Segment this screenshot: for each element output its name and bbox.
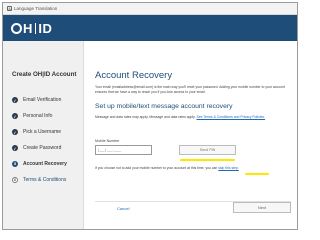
language-translation-label[interactable]: Language Translation [14, 6, 57, 11]
step-number-badge: 5 [12, 161, 18, 167]
ohid-logo: ID H ID [11, 21, 52, 36]
mobile-number-input[interactable] [95, 145, 152, 155]
intro-text: Your email (emailaddress@email.com) is t… [95, 85, 285, 94]
next-button[interactable]: Next [233, 202, 291, 213]
logo-ring-icon [11, 22, 22, 34]
highlight-mark [180, 159, 235, 161]
page-title: Account Recovery [95, 70, 173, 81]
logo-h: H [23, 20, 33, 36]
step-label: Terms & Conditions [23, 177, 67, 183]
section-title: Set up mobile/text message account recov… [95, 103, 233, 110]
highlight-mark [245, 173, 269, 175]
step-create-password: ✓ Create Password [12, 145, 61, 151]
check-icon: ✓ [12, 145, 18, 151]
step-account-recovery: 5 Account Recovery [12, 161, 67, 167]
rates-notice: Message and data rates may apply. Messag… [95, 115, 196, 119]
main-content: Account Recovery Your email (emailaddres… [85, 41, 297, 229]
step-personal-info: ✓ Personal Info [12, 113, 52, 119]
step-label: Personal Info [23, 113, 53, 119]
step-label: Create Password [23, 145, 62, 151]
step-label: Email Verification [23, 97, 62, 103]
check-icon: ✓ [12, 113, 18, 119]
check-icon: ✓ [12, 129, 18, 135]
step-pick-username: ✓ Pick a Username [12, 129, 61, 135]
terms-privacy-link[interactable]: See Terms & Conditions and Privacy Polic… [196, 115, 265, 119]
skip-step-text: If you choose not to add your mobile num… [95, 166, 239, 170]
section-text: Message and data rates may apply. Messag… [95, 115, 291, 120]
skip-step-link[interactable]: skip this step. [218, 166, 239, 170]
site-header: ID H ID [3, 15, 297, 41]
step-email-verification: ✓ Email Verification [12, 97, 61, 103]
skip-explanation: If you choose not to add your mobile num… [95, 166, 218, 170]
logo-text-right: ID [38, 20, 53, 36]
cancel-link[interactable]: Cancel [117, 206, 129, 211]
browser-frame: A Language Translation ID H ID Create OH… [2, 2, 298, 230]
step-number-badge: 6 [12, 177, 18, 183]
mobile-number-label: Mobile Number [95, 139, 120, 143]
check-icon: ✓ [12, 97, 18, 103]
send-pin-button[interactable]: Send PIN [179, 145, 236, 155]
step-terms-conditions: 6 Terms & Conditions [12, 177, 66, 183]
language-bar[interactable]: A Language Translation [3, 3, 297, 15]
logo-separator [34, 22, 37, 34]
translate-icon: A [7, 6, 12, 11]
step-label: Account Recovery [23, 161, 67, 167]
progress-sidebar: Create OH|ID Account ✓ Email Verificatio… [3, 41, 84, 229]
sidebar-title: Create OH|ID Account [12, 71, 77, 78]
step-label: Pick a Username [23, 129, 62, 135]
